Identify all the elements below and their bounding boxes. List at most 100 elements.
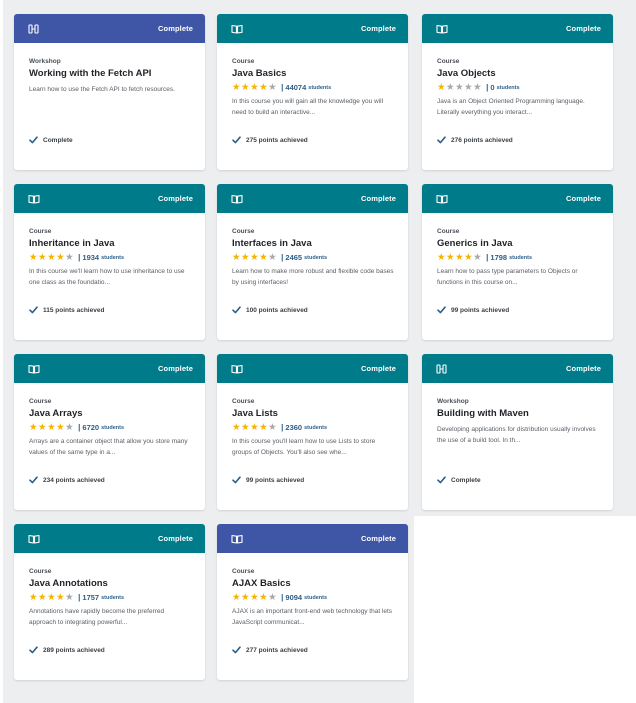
separator: | bbox=[281, 423, 284, 432]
star-filled-icon: ★ bbox=[29, 251, 38, 263]
card-body: Course Java Basics ★ ★ ★ ★ ★ | 44074 student… bbox=[217, 43, 408, 170]
card-footer: 289 points achieved bbox=[29, 646, 105, 654]
checkmark-icon bbox=[29, 646, 38, 654]
star-filled-icon: ★ bbox=[250, 81, 259, 93]
star-filled-icon: ★ bbox=[446, 251, 455, 263]
star-filled-icon: ★ bbox=[250, 591, 259, 603]
star-filled-icon: ★ bbox=[259, 421, 268, 433]
separator: | bbox=[281, 593, 284, 602]
checkmark-icon bbox=[29, 476, 38, 484]
points-achieved: 99 points achieved bbox=[451, 306, 510, 314]
star-rating: ★ ★ ★ ★ ★ bbox=[232, 591, 277, 603]
card-body: Course Inheritance in Java ★ ★ ★ ★ ★ | 1934 … bbox=[14, 213, 205, 340]
checkmark-icon bbox=[29, 136, 38, 144]
star-filled-icon: ★ bbox=[241, 421, 250, 433]
status-label: Complete bbox=[361, 364, 396, 373]
rating-row: ★ ★ ★ ★ ★ | 1798 students bbox=[437, 252, 599, 263]
card-title[interactable]: AJAX Basics bbox=[232, 578, 394, 589]
status-label: Complete bbox=[158, 534, 193, 543]
card-title[interactable]: Java Arrays bbox=[29, 408, 191, 419]
student-count: 44074 bbox=[285, 83, 307, 92]
card-header: Complete bbox=[422, 14, 613, 43]
points-achieved: Complete bbox=[451, 476, 481, 484]
book-icon bbox=[28, 364, 40, 374]
star-empty-icon: ★ bbox=[268, 251, 277, 263]
card-header: Complete bbox=[14, 524, 205, 553]
student-count: 6720 bbox=[82, 423, 100, 432]
card-title[interactable]: Java Annotations bbox=[29, 578, 191, 589]
points-achieved: 99 points achieved bbox=[246, 476, 305, 484]
rating-row: ★ ★ ★ ★ ★ | 9094 students bbox=[232, 592, 394, 603]
book-icon bbox=[231, 364, 243, 374]
card-type: Workshop bbox=[437, 398, 469, 405]
card-title[interactable]: Java Objects bbox=[437, 68, 599, 79]
card-description: Arrays are a container object that allow… bbox=[29, 438, 188, 456]
star-filled-icon: ★ bbox=[232, 421, 241, 433]
card-type: Course bbox=[437, 58, 460, 65]
course-card-2[interactable]: Complete Course Java Basics ★ ★ ★ ★ ★ | 4407… bbox=[217, 14, 408, 170]
points-achieved: 115 points achieved bbox=[43, 306, 105, 314]
status-label: Complete bbox=[361, 194, 396, 203]
points-achieved: 277 points achieved bbox=[246, 646, 308, 654]
star-filled-icon: ★ bbox=[47, 421, 56, 433]
course-grid: Complete Workshop Working with the Fetch… bbox=[0, 0, 636, 703]
course-card-9[interactable]: Complete Workshop Building with Maven De… bbox=[422, 354, 613, 510]
star-rating: ★ ★ ★ ★ ★ bbox=[232, 81, 277, 93]
card-title[interactable]: Java Basics bbox=[232, 68, 394, 79]
course-card-5[interactable]: Complete Course Interfaces in Java ★ ★ ★ ★ ★… bbox=[217, 184, 408, 340]
course-card-10[interactable]: Complete Course Java Annotations ★ ★ ★ ★ ★ |… bbox=[14, 524, 205, 680]
star-filled-icon: ★ bbox=[241, 251, 250, 263]
card-body: Course Java Lists ★ ★ ★ ★ ★ | 2360 students … bbox=[217, 383, 408, 510]
course-card-1[interactable]: Complete Workshop Working with the Fetch… bbox=[14, 14, 205, 170]
card-header: Complete bbox=[217, 184, 408, 213]
book-icon bbox=[436, 194, 448, 204]
card-title[interactable]: Generics in Java bbox=[437, 238, 599, 249]
card-title[interactable]: Java Lists bbox=[232, 408, 394, 419]
students-label: students bbox=[101, 255, 125, 261]
separator: | bbox=[78, 593, 81, 602]
card-description: Annotations have rapidly become the pref… bbox=[29, 608, 165, 626]
card-footer: 99 points achieved bbox=[232, 476, 304, 484]
course-card-7[interactable]: Complete Course Java Arrays ★ ★ ★ ★ ★ | 6720… bbox=[14, 354, 205, 510]
rating-row: ★ ★ ★ ★ ★ | 2465 students bbox=[232, 252, 394, 263]
card-footer: 99 points achieved bbox=[437, 306, 509, 314]
card-title[interactable]: Inheritance in Java bbox=[29, 238, 191, 249]
card-body: Course Java Arrays ★ ★ ★ ★ ★ | 6720 students… bbox=[14, 383, 205, 510]
card-header: Complete bbox=[14, 184, 205, 213]
student-count: 1757 bbox=[82, 593, 100, 602]
card-body: Course Java Annotations ★ ★ ★ ★ ★ | 1757 stu… bbox=[14, 553, 205, 680]
star-filled-icon: ★ bbox=[38, 251, 47, 263]
card-body: Workshop Building with Maven Developing … bbox=[422, 383, 613, 510]
students-label: students bbox=[101, 425, 125, 431]
checkmark-icon bbox=[437, 476, 446, 484]
star-rating: ★ ★ ★ ★ ★ bbox=[29, 421, 74, 433]
card-title[interactable]: Interfaces in Java bbox=[232, 238, 394, 249]
points-achieved: 234 points achieved bbox=[43, 476, 105, 484]
book-icon bbox=[231, 534, 243, 544]
course-card-11[interactable]: Complete Course AJAX Basics ★ ★ ★ ★ ★ | 9094… bbox=[217, 524, 408, 680]
checkmark-icon bbox=[232, 136, 241, 144]
card-header: Complete bbox=[14, 354, 205, 383]
card-type: Course bbox=[232, 228, 255, 235]
course-card-6[interactable]: Complete Course Generics in Java ★ ★ ★ ★ ★ |… bbox=[422, 184, 613, 340]
course-card-3[interactable]: Complete Course Java Objects ★ ★ ★ ★ ★ | 0 s… bbox=[422, 14, 613, 170]
card-title[interactable]: Building with Maven bbox=[437, 408, 599, 419]
card-footer: 115 points achieved bbox=[29, 306, 104, 314]
star-filled-icon: ★ bbox=[29, 421, 38, 433]
status-label: Complete bbox=[566, 194, 601, 203]
star-filled-icon: ★ bbox=[250, 251, 259, 263]
card-description: In this course you will gain all the kno… bbox=[232, 98, 384, 116]
card-title[interactable]: Working with the Fetch API bbox=[29, 68, 191, 79]
course-card-8[interactable]: Complete Course Java Lists ★ ★ ★ ★ ★ | 2360 … bbox=[217, 354, 408, 510]
card-footer: 277 points achieved bbox=[232, 646, 308, 654]
status-label: Complete bbox=[158, 24, 193, 33]
star-filled-icon: ★ bbox=[56, 421, 65, 433]
star-rating: ★ ★ ★ ★ ★ bbox=[232, 251, 277, 263]
star-rating: ★ ★ ★ ★ ★ bbox=[232, 421, 277, 433]
star-rating: ★ ★ ★ ★ ★ bbox=[29, 591, 74, 603]
course-card-4[interactable]: Complete Course Inheritance in Java ★ ★ ★ ★… bbox=[14, 184, 205, 340]
star-filled-icon: ★ bbox=[47, 591, 56, 603]
star-filled-icon: ★ bbox=[455, 251, 464, 263]
star-filled-icon: ★ bbox=[464, 251, 473, 263]
card-header: Complete bbox=[422, 354, 613, 383]
